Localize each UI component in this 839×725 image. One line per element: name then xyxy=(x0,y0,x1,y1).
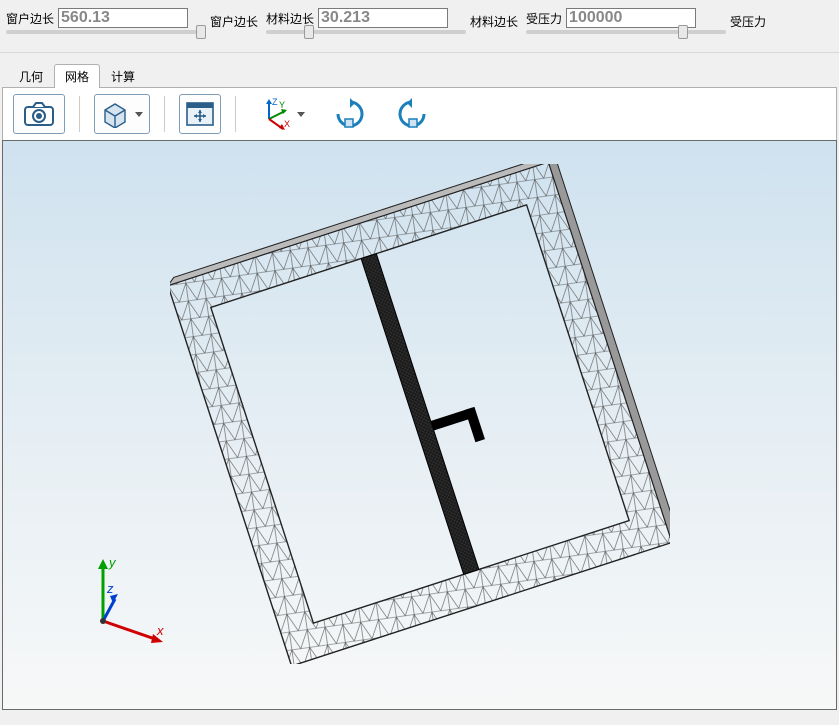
rotate-ccw-icon xyxy=(395,97,429,131)
3d-viewport[interactable]: y z x xyxy=(2,140,837,710)
material-length-group: 材料边长 xyxy=(266,8,466,34)
chevron-down-icon xyxy=(297,112,305,117)
axis-y-label: y xyxy=(108,555,117,570)
view-mode-button[interactable] xyxy=(94,94,150,134)
tab-geometry[interactable]: 几何 xyxy=(8,64,54,88)
pressure-group: 受压力 xyxy=(526,8,726,34)
tabs: 几何 网格 计算 xyxy=(0,53,839,87)
toolbar-divider xyxy=(79,96,80,132)
parameter-bar: 窗户边长 窗户边长 材料边长 材料边长 受压力 受压力 xyxy=(0,0,839,53)
axis-orientation-button[interactable]: Z Y X xyxy=(250,94,312,134)
axis-orientation-widget: y z x xyxy=(63,549,173,659)
window-length-label: 窗户边长 xyxy=(6,10,54,27)
material-length-slider[interactable] xyxy=(266,30,466,34)
snapshot-button[interactable] xyxy=(13,94,65,134)
viewport-toolbar: Z Y X xyxy=(2,87,837,140)
material-length-label: 材料边长 xyxy=(266,10,314,27)
zoom-extents-icon xyxy=(186,102,214,126)
axis-triad-icon: Z Y X xyxy=(257,97,291,131)
pressure-label-right: 受压力 xyxy=(730,13,766,30)
material-length-label-right: 材料边长 xyxy=(470,13,518,30)
tab-mesh[interactable]: 网格 xyxy=(54,64,100,88)
rotate-ccw-button[interactable] xyxy=(388,94,436,134)
window-length-slider[interactable] xyxy=(6,30,206,34)
window-length-label-right: 窗户边长 xyxy=(210,13,258,30)
chevron-down-icon xyxy=(135,112,143,117)
tab-compute[interactable]: 计算 xyxy=(100,64,146,88)
rotate-cw-button[interactable] xyxy=(326,94,374,134)
toolbar-divider xyxy=(164,96,165,132)
window-length-group: 窗户边长 xyxy=(6,8,206,34)
axis-x-label: X xyxy=(284,119,290,129)
cube-icon xyxy=(101,100,129,128)
camera-icon xyxy=(24,102,54,126)
toolbar-divider xyxy=(235,96,236,132)
pressure-slider[interactable] xyxy=(526,30,726,34)
rotate-cw-icon xyxy=(333,97,367,131)
zoom-extents-button[interactable] xyxy=(179,94,221,134)
axis-z-label: Z xyxy=(272,97,278,107)
axis-x-label: x xyxy=(156,623,164,638)
axis-y-label: Y xyxy=(279,100,285,110)
axis-z-label: z xyxy=(106,581,114,596)
mesh-model xyxy=(170,164,670,664)
pressure-label: 受压力 xyxy=(526,10,562,27)
